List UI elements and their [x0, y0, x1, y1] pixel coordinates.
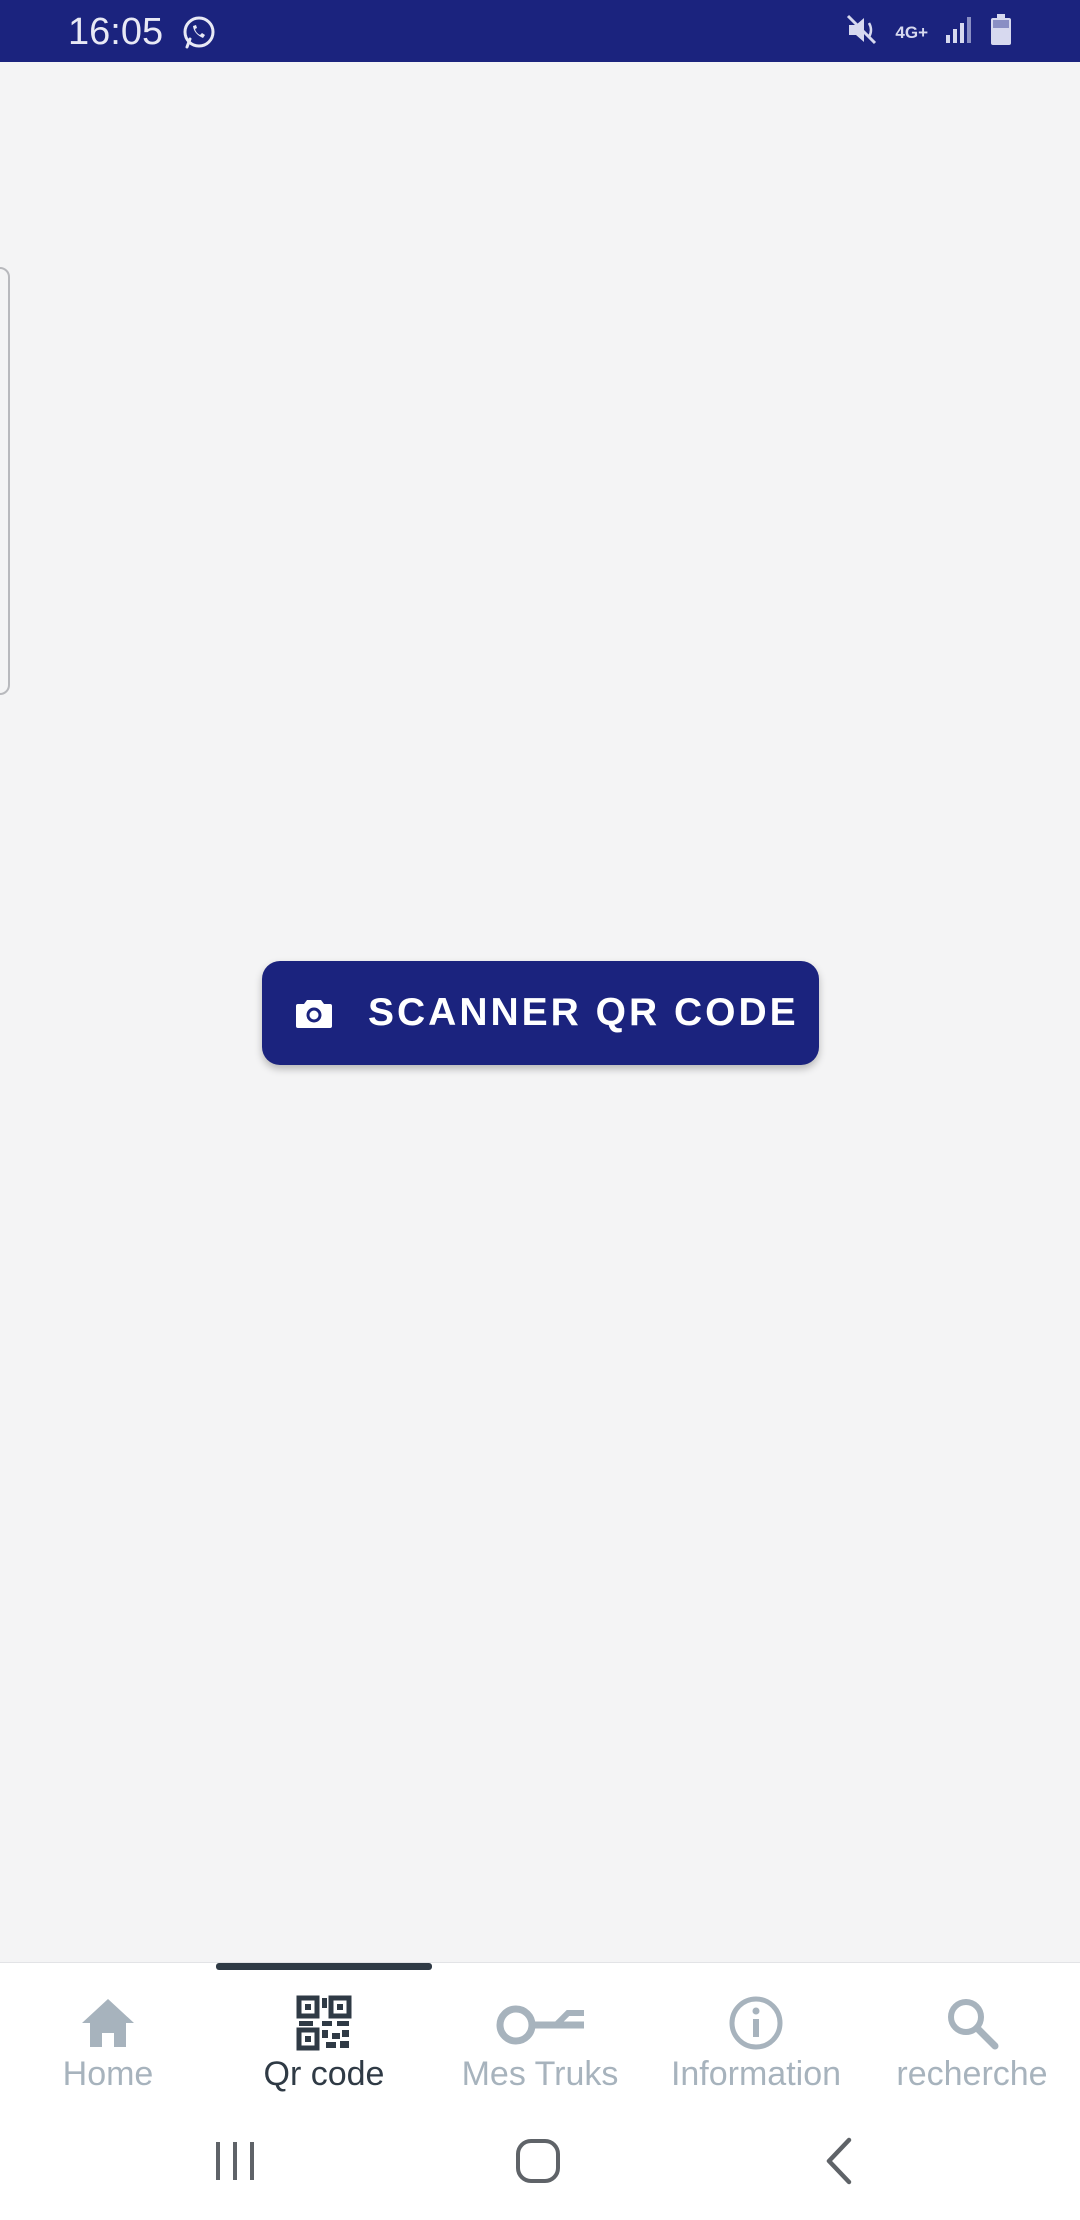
camera-icon [296, 997, 332, 1029]
network-type: 4G+ [895, 22, 928, 42]
nav-item-mes-truks[interactable]: Mes Truks [432, 1969, 648, 2097]
main-content: SCANNER QR CODE [0, 62, 1080, 1962]
signal-icon [944, 15, 974, 50]
status-time: 16:05 [68, 11, 164, 53]
bottom-navigation: Home Qr code Mes Truks Information reche… [0, 1962, 1080, 2096]
status-bar: 16:05 4G+ [0, 0, 1080, 62]
back-icon[interactable] [805, 2126, 875, 2196]
scan-button-label: SCANNER QR CODE [368, 991, 799, 1034]
scan-qr-button[interactable]: SCANNER QR CODE [262, 961, 819, 1065]
status-icons: 4G+ [845, 12, 1012, 52]
battery-icon [990, 13, 1012, 51]
home-circle-icon[interactable] [503, 2126, 573, 2196]
home-icon [80, 1995, 136, 2051]
recent-apps-icon[interactable] [200, 2126, 270, 2196]
qr-code-icon [296, 1995, 352, 2051]
whatsapp-icon [180, 13, 218, 51]
nav-item-home[interactable]: Home [0, 1969, 216, 2097]
key-icon [494, 1995, 586, 2051]
nav-label-information: Information [670, 2055, 842, 2093]
nav-label-recherche: recherche [896, 2055, 1048, 2093]
side-drawer-handle[interactable] [0, 267, 10, 695]
search-icon [944, 1995, 1000, 2051]
nav-label-qr-code: Qr code [263, 2055, 385, 2093]
system-navigation-bar [0, 2096, 1080, 2220]
mute-icon [845, 13, 879, 52]
nav-item-information[interactable]: Information [648, 1969, 864, 2097]
info-icon [728, 1995, 784, 2051]
nav-item-qr-code[interactable]: Qr code [216, 1969, 432, 2097]
nav-item-recherche[interactable]: recherche [864, 1969, 1080, 2097]
nav-label-home: Home [62, 2055, 154, 2093]
nav-label-mes-truks: Mes Truks [461, 2055, 619, 2093]
